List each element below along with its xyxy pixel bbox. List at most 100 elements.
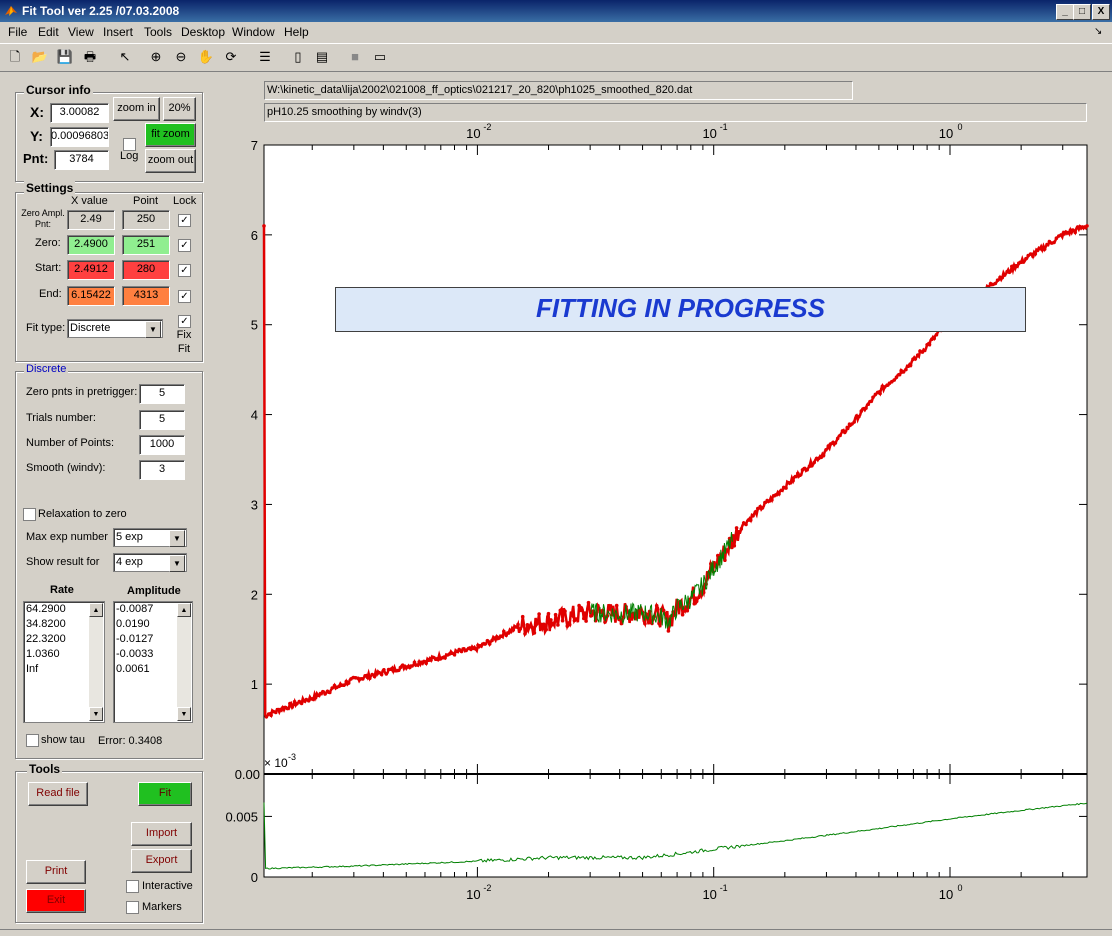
data-point [934, 332, 939, 337]
x-tick-exponent: -1 [720, 122, 728, 132]
data-point [551, 621, 555, 626]
data-point [520, 614, 525, 619]
data-point [396, 668, 400, 673]
data-point [523, 632, 527, 636]
data-point [779, 488, 784, 493]
y-tick-label: 4 [251, 408, 258, 423]
exponent-label: × 10 [264, 756, 288, 770]
data-point [897, 372, 901, 377]
plot-area: 10 -2 10 -1 10 01234567 10 -2 10 -1 10 000.0050.00… [225, 122, 1089, 902]
data-point [586, 600, 591, 605]
data-point [915, 353, 920, 358]
data-point [732, 544, 737, 548]
data-point [511, 628, 516, 632]
data-point [737, 530, 741, 534]
data-point [913, 357, 918, 361]
data-point [835, 436, 840, 441]
data-point [812, 460, 816, 465]
data-point [473, 647, 478, 651]
data-point [424, 661, 429, 665]
data-point [734, 526, 739, 530]
data-point [654, 603, 659, 608]
data-point [791, 478, 795, 483]
data-point [532, 631, 537, 635]
data-point [535, 622, 539, 626]
data-point [546, 611, 551, 616]
data-point [589, 614, 593, 618]
data-point [584, 619, 588, 623]
data-point [932, 336, 936, 341]
data-point [680, 612, 685, 617]
data-point [1021, 260, 1026, 264]
x-tick-exponent: -1 [720, 883, 728, 893]
data-point [1045, 242, 1049, 247]
y-tick-label: 2 [251, 587, 258, 602]
data-point [1033, 252, 1038, 256]
data-point [993, 281, 998, 286]
x-tick-exponent: -2 [483, 883, 491, 893]
data-point [643, 621, 647, 626]
data-point [323, 692, 327, 696]
x-tick-exponent: -2 [483, 122, 491, 132]
exponent-power: -3 [288, 752, 296, 762]
data-point [770, 498, 774, 502]
data-point [1007, 270, 1012, 275]
data-point [793, 474, 798, 479]
y-tick-label: 1 [251, 677, 258, 692]
y-tick-label: 5 [251, 318, 258, 333]
residual-plot-frame [263, 773, 1088, 878]
data-point [567, 622, 572, 627]
data-point [751, 514, 755, 518]
data-point [845, 425, 849, 430]
data-point [518, 627, 523, 631]
data-point [866, 402, 871, 407]
x-tick-label: 10 [702, 126, 716, 141]
data-point [483, 642, 487, 646]
data-point [843, 430, 847, 435]
data-point [563, 609, 567, 613]
data-point [753, 510, 758, 514]
data-point [1042, 247, 1047, 251]
data-point [574, 617, 579, 621]
data-point [904, 367, 908, 372]
data-point [1073, 230, 1077, 235]
data-point [570, 612, 574, 617]
data-point [694, 599, 699, 604]
data-point [614, 603, 619, 608]
residual-axes[interactable]: 10 -2 10 -1 10 000.0050.00× 10 -3 [225, 752, 1088, 902]
data-point [838, 433, 842, 438]
data-point [852, 420, 856, 424]
main-axes[interactable]: 10 -2 10 -1 10 01234567 [251, 122, 1089, 775]
x-tick-exponent: 0 [957, 122, 962, 132]
data-point [502, 629, 506, 634]
data-point [262, 224, 266, 228]
x-tick-label: 10 [702, 887, 716, 902]
data-point [857, 414, 861, 419]
x-tick-label: 10 [939, 887, 953, 902]
data-point [824, 448, 828, 452]
data-point [748, 518, 753, 522]
data-point [923, 348, 927, 353]
data-point [833, 441, 838, 445]
data-point [288, 701, 292, 706]
data-point [379, 672, 384, 677]
data-point [878, 391, 882, 396]
banner-text: FITTING IN PROGRESS [536, 293, 825, 323]
data-point [556, 623, 560, 627]
data-point [685, 608, 690, 613]
data-point [544, 627, 548, 632]
data-point [871, 395, 875, 400]
data-point [269, 713, 273, 717]
data-point [553, 612, 558, 617]
data-point [579, 606, 584, 610]
y-tick-label: 7 [251, 138, 258, 153]
y-tick-label: 0.00 [235, 767, 260, 782]
main-plot-frame [263, 144, 1088, 775]
data-point [384, 672, 389, 676]
y-tick-label: 0.005 [225, 809, 258, 824]
data-point [908, 363, 913, 368]
data-point [892, 378, 896, 382]
data-point [285, 706, 290, 711]
data-point [274, 710, 278, 715]
data-point [452, 652, 457, 657]
